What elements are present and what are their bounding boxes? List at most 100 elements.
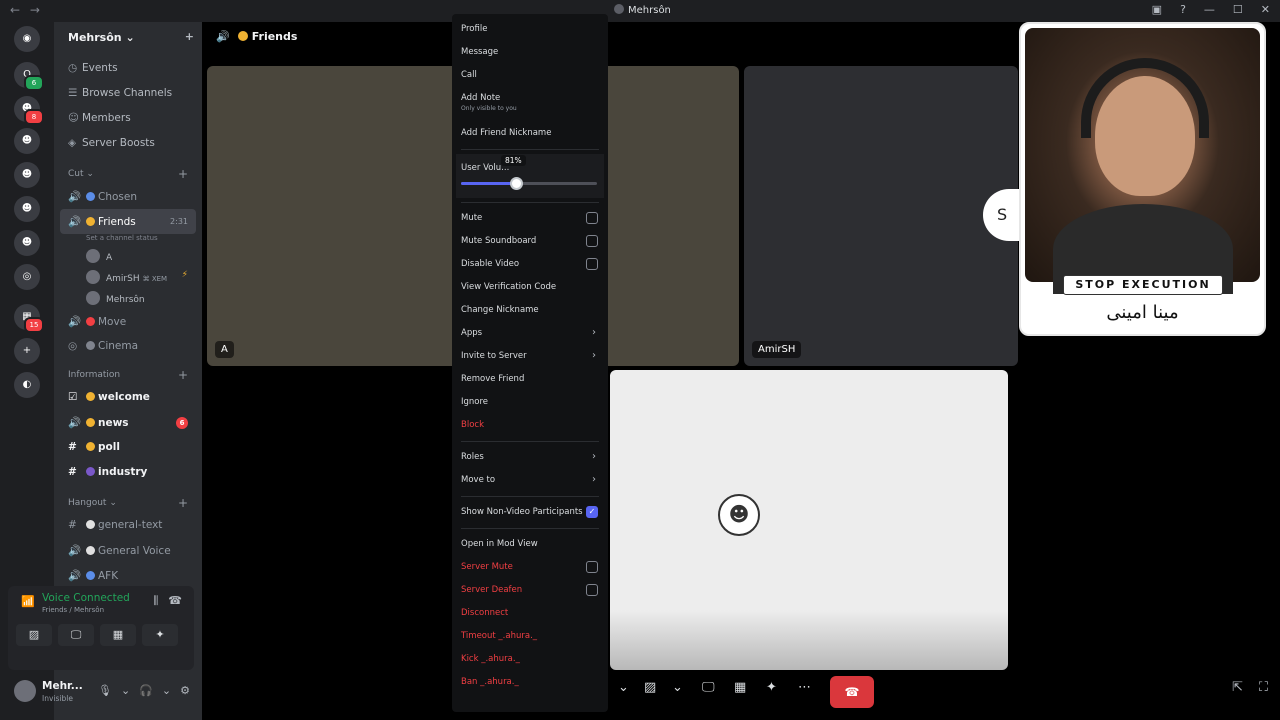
menu-message[interactable]: Message [458, 41, 602, 64]
channel-friends[interactable]: 🔊 Friends 2:31 [60, 209, 196, 234]
volume-handle[interactable] [510, 177, 524, 190]
channel-afk[interactable]: 🔊 AFK [54, 563, 202, 588]
nav-server-boosts[interactable]: ◈ Server Boosts [54, 131, 202, 156]
signal-icon[interactable]: 📶 [21, 595, 35, 608]
channel-move[interactable]: 🔊 Move [54, 309, 202, 334]
voice-user[interactable]: AmirSH ⌘ XEM ⚡ [54, 267, 202, 288]
menu-ban[interactable]: Ban _.ahura._ [458, 671, 602, 694]
discover-icon[interactable]: ◐ [14, 372, 40, 398]
server-7-icon[interactable]: ◎ [14, 264, 40, 290]
server-1-icon[interactable]: Q6 [14, 62, 44, 91]
checkbox[interactable] [586, 584, 598, 596]
back-arrow-icon[interactable]: ← [10, 3, 20, 17]
camera-off-icon[interactable]: ▨ [644, 680, 656, 695]
menu-roles[interactable]: Roles › [458, 446, 602, 469]
category-cut[interactable]: Cut ⌄ + [54, 162, 202, 184]
menu-move-to[interactable]: Move to › [458, 469, 602, 492]
menu-ignore[interactable]: Ignore [458, 391, 602, 414]
menu-remove-friend[interactable]: Remove Friend [458, 368, 602, 391]
nav-browse-channels[interactable]: ☰ Browse Channels [54, 81, 202, 106]
activities-icon[interactable]: ▦ [734, 680, 746, 695]
disconnect-button[interactable]: ☎ [830, 676, 874, 708]
menu-profile[interactable]: Profile [458, 18, 602, 41]
checkbox[interactable] [586, 561, 598, 573]
menu-disable-video[interactable]: Disable Video [458, 253, 602, 276]
voice-user[interactable]: Mehrsôn [54, 288, 202, 309]
screen-share-button[interactable]: 🖵 [58, 624, 94, 646]
menu-server-mute[interactable]: Server Mute [458, 556, 602, 579]
server-5-icon[interactable]: ☻ [14, 196, 40, 222]
video-tile-amirsh[interactable]: AmirSH [744, 66, 1018, 366]
menu-change-nickname[interactable]: Change Nickname [458, 299, 602, 322]
channel-general-voice[interactable]: 🔊 General Voice [54, 538, 202, 563]
volume-slider[interactable] [461, 177, 597, 190]
checkbox-checked[interactable]: ✓ [586, 506, 598, 518]
avatar[interactable] [14, 680, 36, 702]
microphone-icon[interactable]: 🎙 [98, 684, 112, 697]
chevron-down-icon[interactable]: ⌄ [618, 680, 629, 695]
minimize-icon[interactable]: — [1204, 3, 1215, 16]
channel-status[interactable]: Set a channel status [54, 234, 202, 246]
help-icon[interactable]: ? [1180, 3, 1186, 16]
menu-server-deafen[interactable]: Server Deafen [458, 579, 602, 602]
server-folder-icon[interactable]: ▦15 [14, 304, 44, 333]
menu-apps[interactable]: Apps › [458, 322, 602, 345]
channel-news[interactable]: 🔊 news 6 [54, 410, 202, 435]
headphones-icon[interactable]: 🎧 [139, 684, 153, 697]
hangup-icon[interactable]: ☎ [168, 594, 182, 607]
maximize-icon[interactable]: ☐ [1233, 3, 1243, 16]
channel-general-text[interactable]: # general-text [54, 513, 202, 538]
add-channel-icon[interactable]: + [178, 496, 188, 510]
popout-icon[interactable]: ⇱ [1232, 680, 1243, 695]
close-icon[interactable]: ✕ [1261, 3, 1270, 16]
menu-show-nonvideo[interactable]: Show Non-Video Participants ✓ [458, 501, 602, 524]
server-2-icon[interactable]: ☻8 [14, 96, 44, 125]
menu-view-verification[interactable]: View Verification Code [458, 276, 602, 299]
menu-call[interactable]: Call [458, 64, 602, 87]
nav-members[interactable]: ☺ Members [54, 106, 202, 131]
voice-user[interactable]: A [54, 246, 202, 267]
video-tile-screen[interactable]: ☻ [610, 370, 1008, 670]
channel-cinema[interactable]: ◎ Cinema [54, 334, 202, 359]
chevron-down-icon[interactable]: ⌄ [672, 680, 683, 695]
category-hangout[interactable]: Hangout ⌄ + [54, 491, 202, 513]
soundboard-icon[interactable]: ✦ [766, 680, 777, 695]
fullscreen-icon[interactable]: ⛶ [1259, 680, 1268, 695]
menu-timeout[interactable]: Timeout _.ahura._ [458, 625, 602, 648]
menu-invite[interactable]: Invite to Server › [458, 345, 602, 368]
gear-icon[interactable]: ⚙ [180, 684, 190, 697]
chevron-down-icon[interactable]: ⌄ [162, 684, 171, 697]
menu-mute[interactable]: Mute [458, 207, 602, 230]
category-information[interactable]: Information + [54, 363, 202, 385]
channel-industry[interactable]: # industry [54, 460, 202, 485]
more-icon[interactable]: ⋯ [798, 680, 811, 695]
menu-disconnect[interactable]: Disconnect [458, 602, 602, 625]
add-channel-icon[interactable]: + [178, 368, 188, 382]
nav-events[interactable]: ◷ Events [54, 56, 202, 81]
add-server-icon[interactable]: + [14, 338, 40, 364]
camera-off-button[interactable]: ▨ [16, 624, 52, 646]
soundwave-icon[interactable]: ⫼ [153, 594, 158, 607]
inbox-icon[interactable]: ▣ [1152, 3, 1162, 16]
checkbox[interactable] [586, 212, 598, 224]
menu-kick[interactable]: Kick _.ahura._ [458, 648, 602, 671]
activities-button[interactable]: ▦ [100, 624, 136, 646]
chevron-down-icon[interactable]: ⌄ [121, 684, 130, 697]
forward-arrow-icon[interactable]: → [30, 3, 40, 17]
server-header[interactable]: Mehrsôn ⌄ + [54, 22, 202, 56]
menu-block[interactable]: Block [458, 414, 602, 437]
discord-home-icon[interactable]: ◉ [14, 26, 40, 52]
checkbox[interactable] [586, 235, 598, 247]
menu-add-friend-nickname[interactable]: Add Friend Nickname [458, 122, 602, 145]
add-member-icon[interactable]: + [185, 30, 194, 43]
voice-connected-location[interactable]: Friends / Mehrsôn [42, 606, 104, 614]
menu-mute-soundboard[interactable]: Mute Soundboard [458, 230, 602, 253]
checkbox[interactable] [586, 258, 598, 270]
screen-share-icon[interactable]: 🖵 [702, 680, 715, 695]
menu-add-note[interactable]: Add Note Only visible to you [458, 87, 602, 122]
server-3-icon[interactable]: ☻ [14, 128, 40, 154]
channel-poll[interactable]: # poll [54, 435, 202, 460]
soundboard-button[interactable]: ✦ [142, 624, 178, 646]
add-channel-icon[interactable]: + [178, 167, 188, 181]
channel-chosen[interactable]: 🔊 Chosen [54, 184, 202, 209]
